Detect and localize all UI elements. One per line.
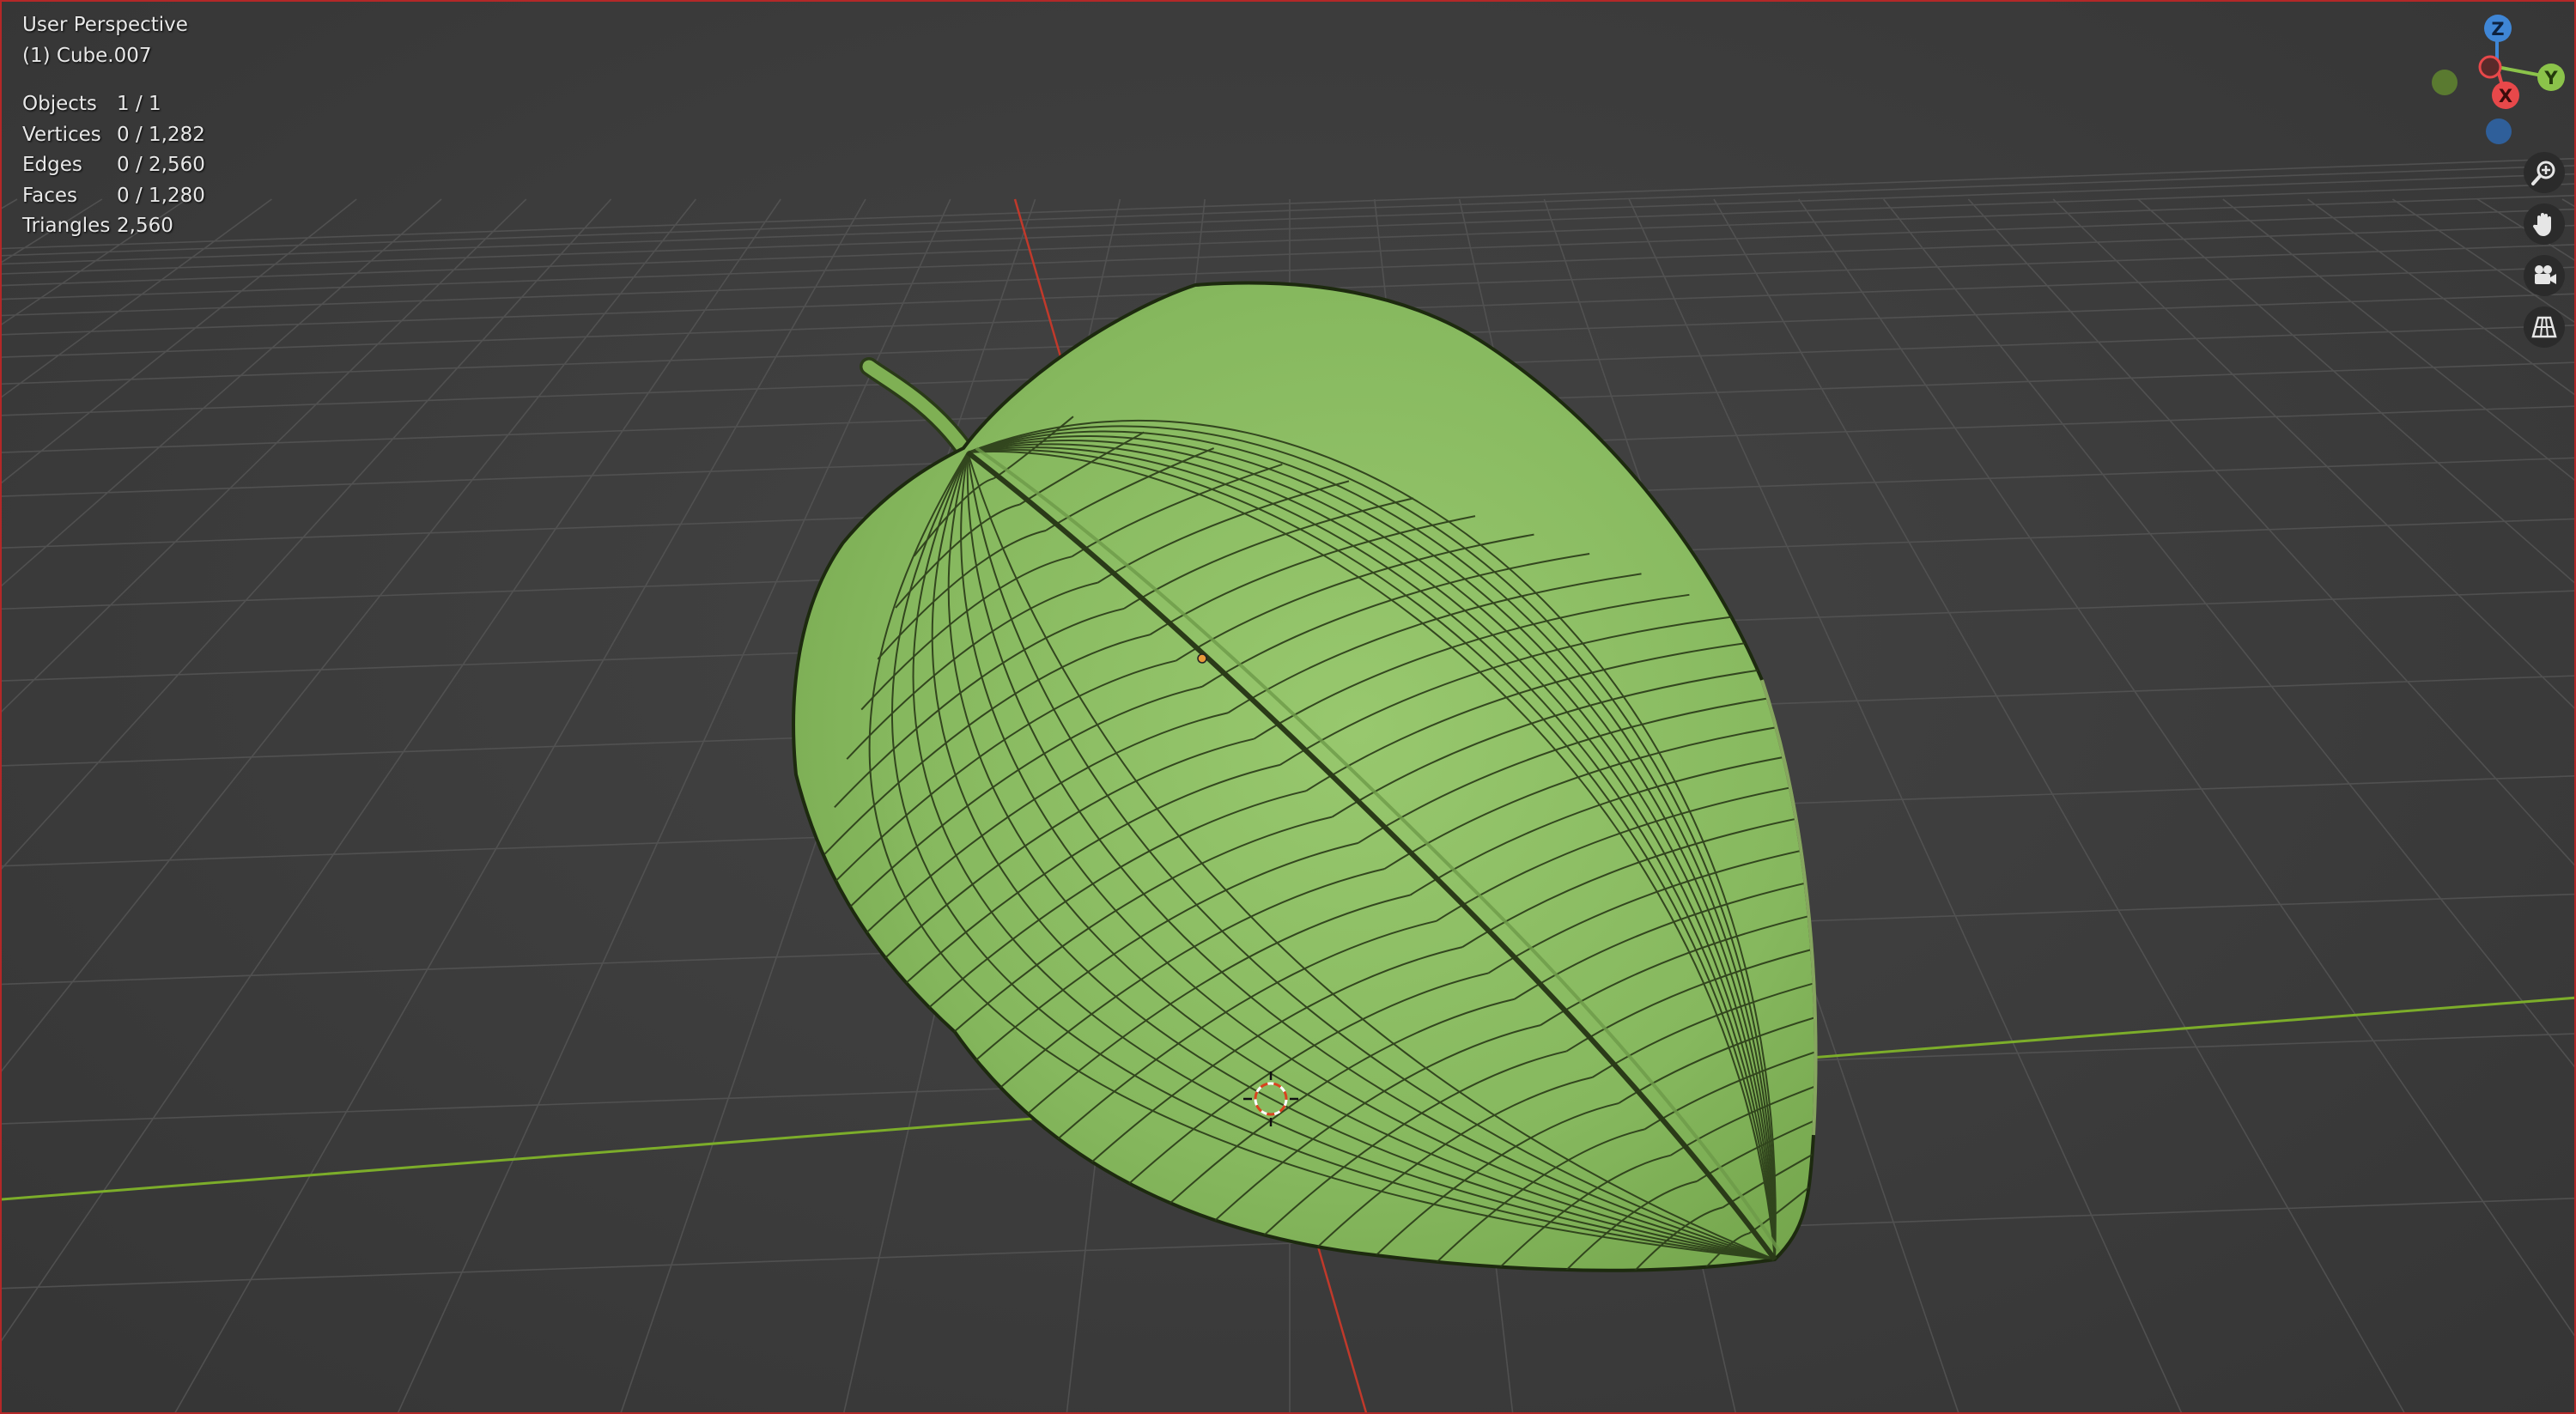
gizmo-neg-y: [2432, 70, 2458, 95]
viewport-info: User Perspective (1) Cube.007 Objects 1 /…: [22, 10, 205, 242]
stat-label: Faces: [22, 184, 77, 207]
stat-value: 0 / 1,282: [117, 123, 205, 146]
ortho-toggle-button[interactable]: [2524, 306, 2565, 348]
stat-row-vertices: Vertices 0 / 1,282: [22, 120, 205, 151]
gizmo-x-label: X: [2499, 86, 2512, 106]
stat-row-faces: Faces 0 / 1,280: [22, 181, 205, 212]
stat-row-objects: Objects 1 / 1: [22, 89, 205, 120]
stat-value: 1 / 1: [117, 93, 161, 115]
active-object-name: (1) Cube.007: [22, 44, 152, 67]
stat-label: Edges: [22, 154, 82, 176]
stat-value: 0 / 1,280: [117, 184, 205, 207]
3d-viewport[interactable]: Z Y X User Perspective (1) Cube.007 Obje…: [0, 0, 2576, 1414]
camera-view-button[interactable]: [2524, 255, 2565, 296]
scene-canvas[interactable]: Z Y X: [2, 2, 2576, 1414]
stat-row-triangles: Triangles 2,560: [22, 211, 205, 242]
object-origin: [1197, 653, 1207, 664]
leaf-mesh[interactable]: [792, 281, 1928, 1311]
hand-icon: [2532, 213, 2551, 236]
pan-button[interactable]: [2524, 203, 2565, 245]
grid-icon: [2531, 316, 2557, 338]
stat-value: 0 / 2,560: [117, 154, 205, 176]
stat-value: 2,560: [117, 215, 173, 237]
zoom-button[interactable]: [2524, 152, 2565, 193]
stat-label: Objects: [22, 93, 97, 115]
camera-icon: [2535, 265, 2556, 284]
gizmo-neg-x: [2478, 55, 2502, 79]
stat-label: Vertices: [22, 123, 101, 146]
navigation-gizmo[interactable]: Z Y X: [2432, 15, 2565, 144]
stat-label: Triangles: [22, 215, 111, 237]
gizmo-z-label: Z: [2491, 19, 2504, 39]
view-title: User Perspective: [22, 14, 188, 36]
gizmo-y-label: Y: [2543, 68, 2558, 88]
stat-row-edges: Edges 0 / 2,560: [22, 150, 205, 181]
zoom-icon: [2531, 161, 2555, 185]
gizmo-neg-z: [2486, 118, 2512, 144]
